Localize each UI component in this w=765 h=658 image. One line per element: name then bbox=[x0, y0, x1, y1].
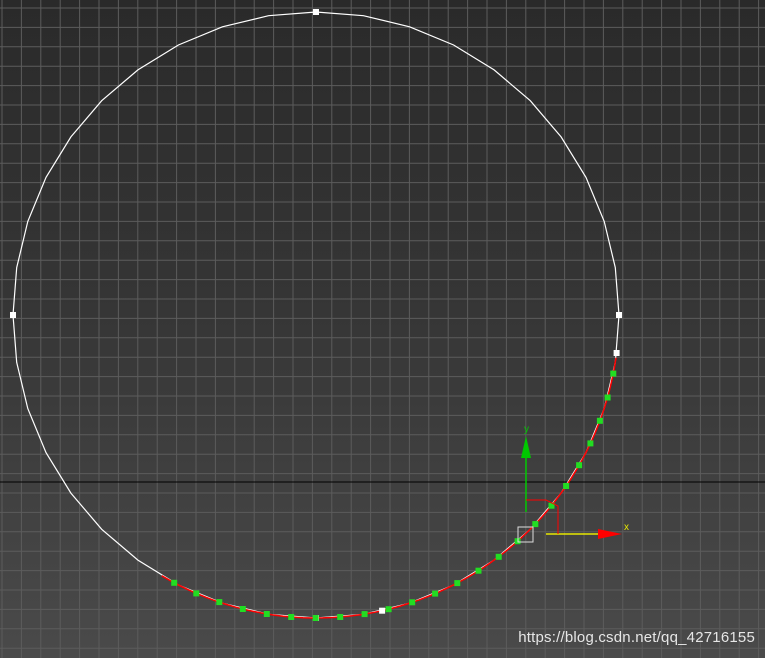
selected-vertex[interactable] bbox=[495, 553, 502, 560]
spline-vertex[interactable] bbox=[10, 312, 16, 318]
selected-vertex[interactable] bbox=[576, 462, 583, 469]
selected-vertex[interactable] bbox=[563, 483, 570, 489]
selected-vertex[interactable] bbox=[288, 614, 295, 620]
selected-vertex[interactable] bbox=[610, 370, 617, 377]
construction-grid bbox=[0, 0, 765, 658]
selected-vertex[interactable] bbox=[475, 567, 482, 574]
gizmo-x-arrow-icon[interactable] bbox=[598, 529, 622, 539]
selected-vertex[interactable] bbox=[216, 599, 223, 606]
selected-vertex[interactable] bbox=[361, 611, 368, 618]
watermark-text: https://blog.csdn.net/qq_42716155 bbox=[518, 629, 755, 646]
selected-vertex[interactable] bbox=[604, 394, 611, 401]
3d-viewport[interactable]: y x https://blog.csdn.net/qq_42716155 bbox=[0, 0, 765, 658]
gizmo-y-label: y bbox=[524, 424, 529, 435]
selected-vertex[interactable] bbox=[409, 599, 416, 606]
selected-vertex[interactable] bbox=[432, 590, 439, 597]
selected-vertex[interactable] bbox=[171, 579, 178, 586]
selected-vertex[interactable] bbox=[587, 440, 594, 447]
viewport-scene[interactable]: y x bbox=[0, 0, 765, 658]
selected-vertex[interactable] bbox=[385, 606, 392, 613]
selected-vertex[interactable] bbox=[193, 590, 200, 597]
selected-vertex[interactable] bbox=[312, 615, 319, 621]
spline-vertex[interactable] bbox=[613, 350, 620, 356]
selected-vertex[interactable] bbox=[337, 614, 344, 620]
gizmo-x-label: x bbox=[624, 522, 629, 533]
spline-vertex[interactable] bbox=[313, 9, 319, 15]
selected-vertices[interactable] bbox=[171, 370, 617, 621]
selected-vertex[interactable] bbox=[532, 521, 539, 528]
selected-vertex[interactable] bbox=[239, 606, 246, 612]
selected-vertex[interactable] bbox=[596, 417, 603, 424]
selected-segments[interactable] bbox=[161, 357, 617, 619]
spline-vertex[interactable] bbox=[379, 607, 386, 614]
selected-vertex[interactable] bbox=[263, 611, 270, 617]
gizmo-y-arrow-icon[interactable] bbox=[521, 436, 531, 458]
spline-vertex[interactable] bbox=[616, 312, 622, 318]
selected-vertex[interactable] bbox=[454, 580, 461, 587]
